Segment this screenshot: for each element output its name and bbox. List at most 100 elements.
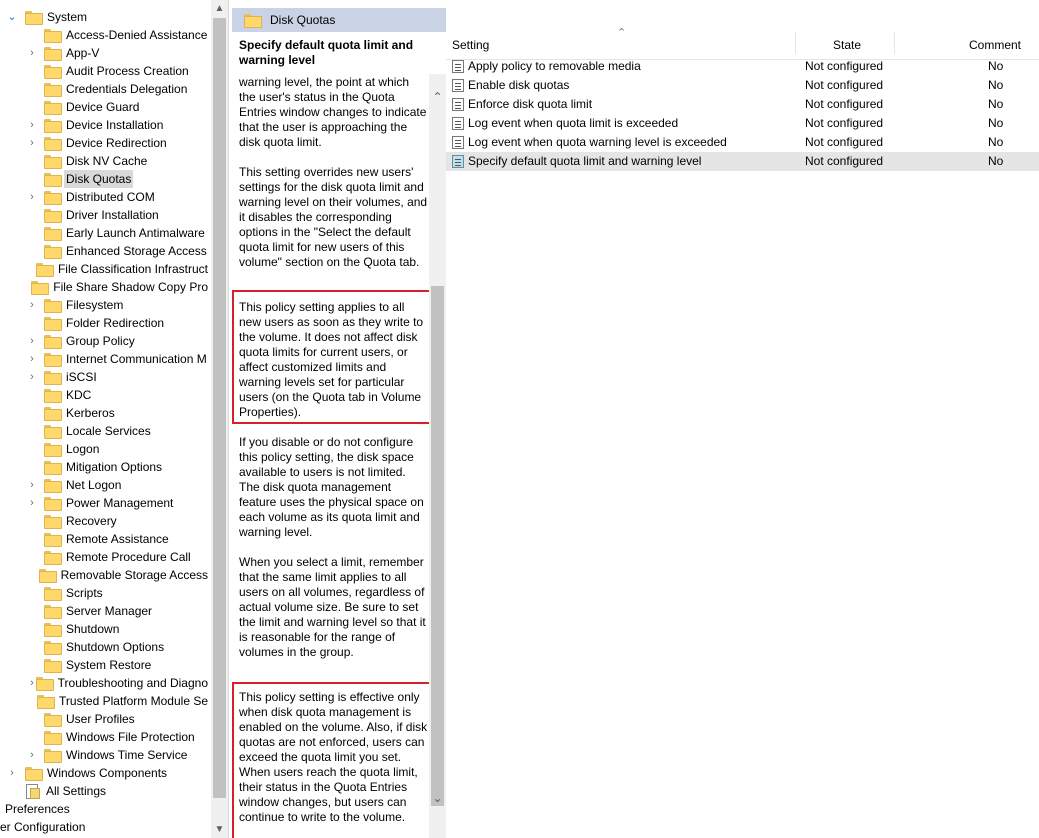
column-header-comment[interactable]: Comment bbox=[969, 38, 1021, 52]
tree-item[interactable]: KDC bbox=[0, 386, 210, 404]
column-header-setting[interactable]: Setting bbox=[452, 38, 489, 52]
list-row[interactable]: Specify default quota limit and warning … bbox=[446, 152, 1039, 171]
setting-name: Apply policy to removable media bbox=[468, 59, 641, 73]
tree-item[interactable]: Early Launch Antimalware bbox=[0, 224, 210, 242]
tree-item[interactable]: Mitigation Options bbox=[0, 458, 210, 476]
tree-item-all-settings[interactable]: All Settings bbox=[0, 782, 210, 800]
tree-item[interactable]: Trusted Platform Module Se bbox=[0, 692, 210, 710]
list-row[interactable]: Log event when quota limit is exceeded No… bbox=[446, 114, 1039, 133]
tree-item-label: Mitigation Options bbox=[66, 460, 163, 474]
chevron-right-icon[interactable]: › bbox=[26, 188, 38, 206]
chevron-right-icon[interactable]: › bbox=[26, 476, 38, 494]
tree-item-label: Device Redirection bbox=[66, 136, 167, 150]
tree-item[interactable]: Audit Process Creation bbox=[0, 62, 210, 80]
tree-item-label: Windows File Protection bbox=[66, 730, 195, 744]
tree-item-label: Locale Services bbox=[66, 424, 151, 438]
chevron-right-icon[interactable]: › bbox=[26, 350, 38, 368]
chevron-right-icon[interactable]: › bbox=[26, 116, 38, 134]
chevron-up-icon[interactable]: ⌃ bbox=[429, 88, 446, 105]
tree-item[interactable]: Driver Installation bbox=[0, 206, 210, 224]
tree-item[interactable]: Shutdown Options bbox=[0, 638, 210, 656]
tree-item[interactable]: › Group Policy bbox=[0, 332, 210, 350]
tree-item[interactable]: Remote Assistance bbox=[0, 530, 210, 548]
scroll-down-arrow-icon[interactable]: ▼ bbox=[211, 821, 228, 838]
tree-item-label: Device Guard bbox=[66, 100, 140, 114]
tree-item-preferences[interactable]: Preferences bbox=[0, 800, 210, 818]
chevron-right-icon[interactable]: › bbox=[26, 368, 38, 386]
list-row[interactable]: Apply policy to removable media Not confi… bbox=[446, 57, 1039, 76]
tree-item[interactable]: Folder Redirection bbox=[0, 314, 210, 332]
tree-item-system[interactable]: ⌄ System bbox=[0, 8, 210, 26]
scroll-up-arrow-icon[interactable]: ▲ bbox=[211, 0, 228, 17]
tree-scrollbar[interactable]: ▲ ▼ bbox=[211, 0, 228, 838]
folder-icon bbox=[44, 713, 62, 727]
column-header-state[interactable]: State bbox=[833, 38, 861, 52]
tree-item[interactable]: Removable Storage Access bbox=[0, 566, 210, 584]
tree-item-user-configuration[interactable]: er Configuration bbox=[0, 818, 210, 836]
tree-item-label: Group Policy bbox=[66, 334, 135, 348]
tree-item[interactable]: Disk Quotas bbox=[0, 170, 210, 188]
chevron-right-icon[interactable]: › bbox=[26, 332, 38, 350]
tree-item[interactable]: Remote Procedure Call bbox=[0, 548, 210, 566]
list-row[interactable]: Log event when quota warning level is ex… bbox=[446, 133, 1039, 152]
chevron-down-icon[interactable]: ⌄ bbox=[429, 789, 446, 806]
tree-item[interactable]: Server Manager bbox=[0, 602, 210, 620]
chevron-right-icon[interactable]: › bbox=[26, 296, 38, 314]
policy-setting-icon bbox=[452, 79, 464, 92]
folder-icon bbox=[44, 137, 62, 151]
tree-item[interactable]: Enhanced Storage Access bbox=[0, 242, 210, 260]
scrollbar-thumb[interactable] bbox=[431, 286, 444, 806]
folder-icon bbox=[37, 695, 56, 709]
column-divider[interactable] bbox=[894, 32, 895, 54]
chevron-right-icon[interactable]: › bbox=[26, 44, 38, 62]
chevron-right-icon[interactable]: › bbox=[26, 746, 38, 764]
list-row[interactable]: Enforce disk quota limit Not configured No bbox=[446, 95, 1039, 114]
folder-icon bbox=[44, 155, 62, 169]
folder-icon bbox=[44, 227, 62, 241]
tree-item[interactable]: File Share Shadow Copy Pro bbox=[0, 278, 210, 296]
description-scrollbar[interactable]: ⌃ ⌄ bbox=[429, 74, 446, 838]
column-divider[interactable] bbox=[795, 32, 796, 54]
tree-item[interactable]: › Power Management bbox=[0, 494, 210, 512]
tree-item[interactable]: File Classification Infrastruct bbox=[0, 260, 210, 278]
tree-item-label: Net Logon bbox=[66, 478, 122, 492]
tree-item[interactable]: › Internet Communication M bbox=[0, 350, 210, 368]
tree-item[interactable]: User Profiles bbox=[0, 710, 210, 728]
tree-item[interactable]: Device Guard bbox=[0, 98, 210, 116]
description-paragraph: If you disable or do not configure this … bbox=[239, 435, 424, 539]
tree-item[interactable]: Locale Services bbox=[0, 422, 210, 440]
folder-icon bbox=[44, 659, 62, 673]
chevron-right-icon[interactable]: › bbox=[6, 764, 18, 782]
tree-item[interactable]: Scripts bbox=[0, 584, 210, 602]
chevron-right-icon[interactable]: › bbox=[26, 134, 38, 152]
tree-item-label: KDC bbox=[66, 388, 92, 402]
tree-item[interactable]: System Restore bbox=[0, 656, 210, 674]
tree-item[interactable]: › Troubleshooting and Diagno bbox=[0, 674, 210, 692]
tree-item-windows-components[interactable]: › Windows Components bbox=[0, 764, 210, 782]
list-row[interactable]: Enable disk quotas Not configured No bbox=[446, 76, 1039, 95]
tree-item[interactable]: › Windows Time Service bbox=[0, 746, 210, 764]
tree-item[interactable]: Credentials Delegation bbox=[0, 80, 210, 98]
tree-item[interactable]: › Net Logon bbox=[0, 476, 210, 494]
tree-item[interactable]: › Device Installation bbox=[0, 116, 210, 134]
tree-item[interactable]: Kerberos bbox=[0, 404, 210, 422]
description-header: Disk Quotas bbox=[232, 8, 446, 32]
tree-item-label: Driver Installation bbox=[66, 208, 159, 222]
chevron-down-icon[interactable]: ⌄ bbox=[6, 8, 18, 26]
folder-icon bbox=[44, 605, 62, 619]
folder-icon bbox=[44, 497, 62, 511]
tree-item[interactable]: Recovery bbox=[0, 512, 210, 530]
scrollbar-thumb[interactable] bbox=[213, 18, 226, 798]
tree-item[interactable]: Windows File Protection bbox=[0, 728, 210, 746]
tree-item[interactable]: › iSCSI bbox=[0, 368, 210, 386]
tree-item[interactable]: › Device Redirection bbox=[0, 134, 210, 152]
tree-item[interactable]: Shutdown bbox=[0, 620, 210, 638]
tree-item[interactable]: › App-V bbox=[0, 44, 210, 62]
tree-item[interactable]: Access-Denied Assistance bbox=[0, 26, 210, 44]
tree-item[interactable]: Disk NV Cache bbox=[0, 152, 210, 170]
folder-icon bbox=[44, 731, 62, 745]
tree-item[interactable]: › Filesystem bbox=[0, 296, 210, 314]
chevron-right-icon[interactable]: › bbox=[26, 494, 38, 512]
tree-item[interactable]: › Distributed COM bbox=[0, 188, 210, 206]
tree-item[interactable]: Logon bbox=[0, 440, 210, 458]
